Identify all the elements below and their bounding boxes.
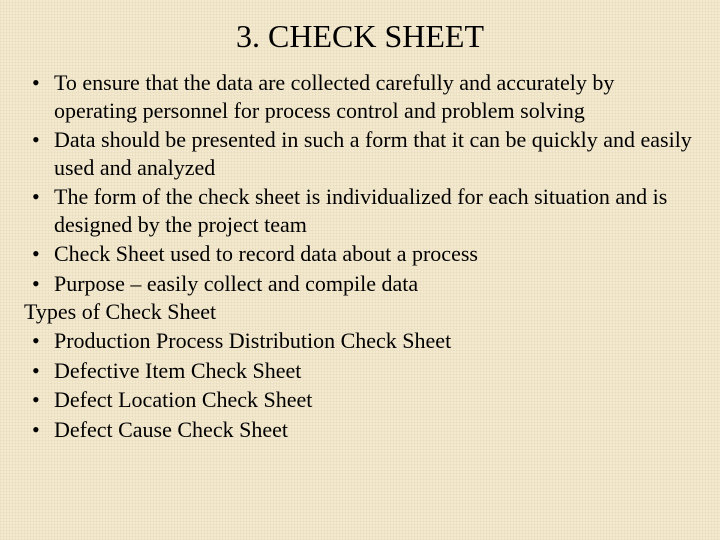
list-item: Defective Item Check Sheet xyxy=(24,357,696,385)
slide-title: 3. CHECK SHEET xyxy=(24,18,696,55)
list-item: To ensure that the data are collected ca… xyxy=(24,69,696,124)
list-item: Production Process Distribution Check Sh… xyxy=(24,327,696,355)
list-item: The form of the check sheet is individua… xyxy=(24,183,696,238)
list-item: Check Sheet used to record data about a … xyxy=(24,240,696,268)
subheading-types: Types of Check Sheet xyxy=(24,299,696,325)
bullet-list-main: To ensure that the data are collected ca… xyxy=(24,69,696,297)
list-item: Defect Cause Check Sheet xyxy=(24,416,696,444)
list-item: Data should be presented in such a form … xyxy=(24,126,696,181)
bullet-list-types: Production Process Distribution Check Sh… xyxy=(24,327,696,443)
list-item: Defect Location Check Sheet xyxy=(24,386,696,414)
list-item: Purpose – easily collect and compile dat… xyxy=(24,270,696,298)
